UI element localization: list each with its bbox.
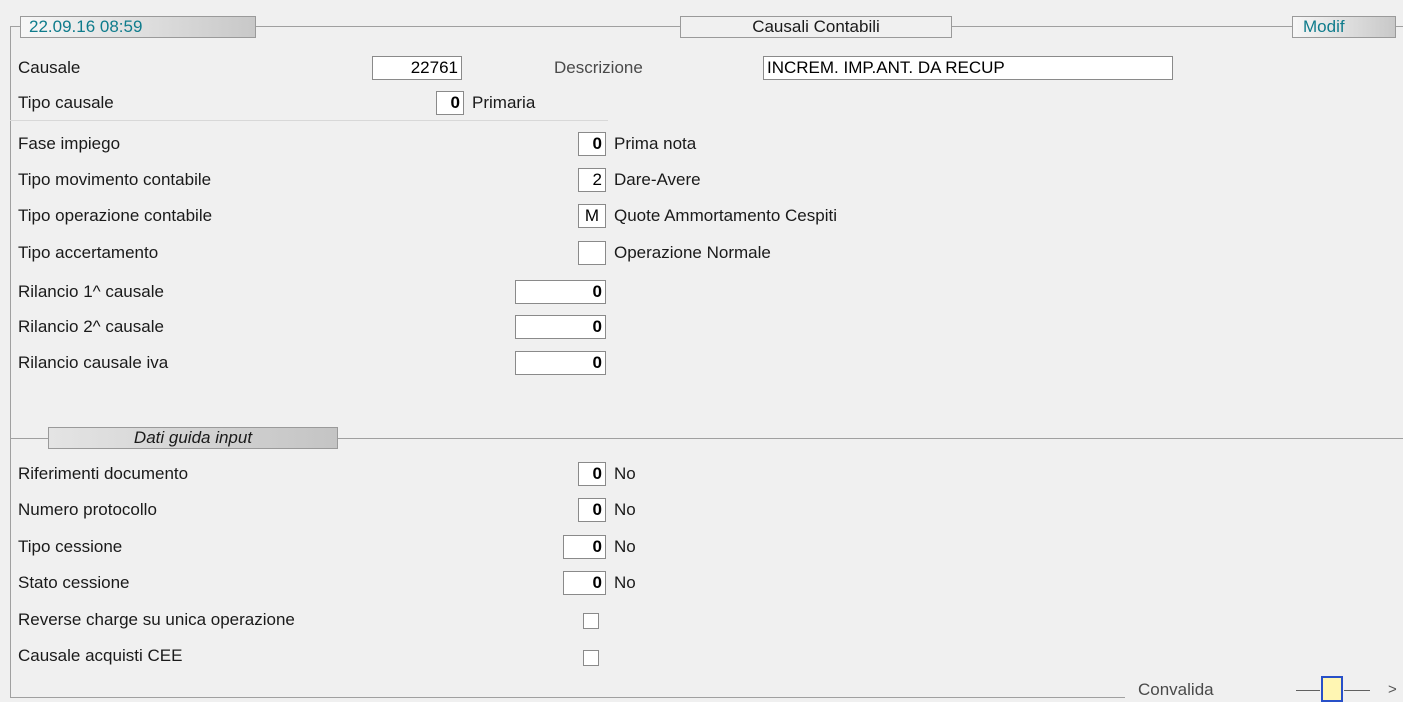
mode-box: Modif	[1292, 16, 1396, 38]
tipo-movimento-field[interactable]: 2	[578, 168, 606, 192]
descrizione-field[interactable]: INCREM. IMP.ANT. DA RECUP	[763, 56, 1173, 80]
tipo-cessione-desc: No	[614, 537, 636, 556]
rilancio1-field[interactable]: 0	[515, 280, 606, 304]
riferimenti-desc: No	[614, 464, 636, 483]
window-title: Causali Contabili	[752, 17, 880, 36]
timestamp-box: 22.09.16 08:59	[20, 16, 256, 38]
rilancio1-label: Rilancio 1^ causale	[18, 282, 164, 301]
timestamp: 22.09.16 08:59	[29, 17, 143, 36]
frame-left-line	[10, 26, 11, 698]
fase-impiego-desc: Prima nota	[614, 134, 697, 153]
stato-cessione-field[interactable]: 0	[563, 571, 606, 595]
convalida-label: Convalida	[1138, 680, 1214, 699]
rilancio-iva-field[interactable]: 0	[515, 351, 606, 375]
dati-guida-title: Dati guida input	[133, 428, 253, 447]
protocollo-field[interactable]: 0	[578, 498, 606, 522]
causale-field[interactable]: 22761	[372, 56, 462, 80]
acquisti-cee-checkbox[interactable]	[583, 650, 599, 666]
tipo-operazione-label: Tipo operazione contabile	[18, 206, 213, 225]
tipo-causale-field[interactable]: 0	[436, 91, 464, 115]
tipo-accertamento-field[interactable]	[578, 241, 606, 265]
convalida-button[interactable]	[1321, 676, 1343, 702]
tipo-causale-label: Tipo causale	[18, 93, 114, 112]
tipo-accertamento-label: Tipo accertamento	[18, 243, 159, 262]
rilancio2-label: Rilancio 2^ causale	[18, 317, 164, 336]
convalida-line-left	[1296, 690, 1320, 691]
section-separator	[10, 120, 608, 121]
acquisti-cee-label: Causale acquisti CEE	[18, 646, 183, 665]
fase-impiego-label: Fase impiego	[18, 134, 121, 153]
tipo-accertamento-desc: Operazione Normale	[614, 243, 771, 262]
causale-label: Causale	[18, 58, 81, 77]
window-title-box: Causali Contabili	[680, 16, 952, 38]
rilancio-iva-label: Rilancio causale iva	[18, 353, 169, 372]
tipo-operazione-desc: Quote Ammortamento Cespiti	[614, 206, 837, 225]
reverse-charge-label: Reverse charge su unica operazione	[18, 610, 295, 629]
riferimenti-field[interactable]: 0	[578, 462, 606, 486]
tipo-movimento-desc: Dare-Avere	[614, 170, 701, 189]
footer-frame-line	[10, 697, 1125, 698]
rilancio2-field[interactable]: 0	[515, 315, 606, 339]
stato-cessione-desc: No	[614, 573, 636, 592]
convalida-line-right	[1344, 690, 1370, 691]
tipo-movimento-label: Tipo movimento contabile	[18, 170, 212, 189]
protocollo-label: Numero protocollo	[18, 500, 157, 519]
tipo-cessione-field[interactable]: 0	[563, 535, 606, 559]
tipo-causale-desc: Primaria	[472, 93, 536, 112]
descrizione-label: Descrizione	[554, 58, 643, 77]
mode-indicator: Modif	[1303, 17, 1345, 36]
fase-impiego-field[interactable]: 0	[578, 132, 606, 156]
tipo-cessione-label: Tipo cessione	[18, 537, 123, 556]
riferimenti-label: Riferimenti documento	[18, 464, 189, 483]
protocollo-desc: No	[614, 500, 636, 519]
stato-cessione-label: Stato cessione	[18, 573, 130, 592]
next-arrow-icon[interactable]: >	[1388, 680, 1397, 700]
reverse-charge-checkbox[interactable]	[583, 613, 599, 629]
tipo-operazione-field[interactable]: M	[578, 204, 606, 228]
dati-guida-box: Dati guida input	[48, 427, 338, 449]
